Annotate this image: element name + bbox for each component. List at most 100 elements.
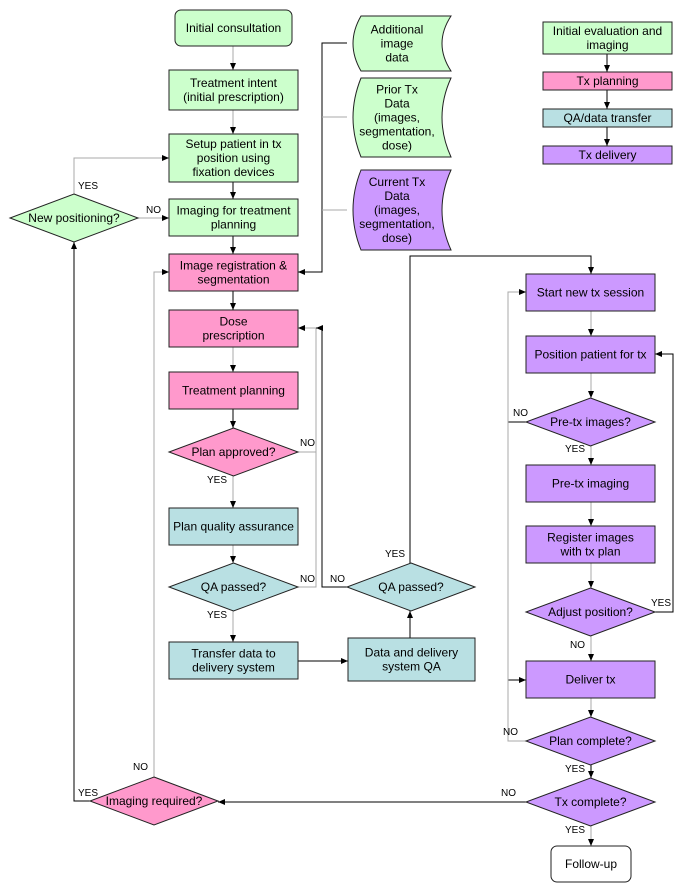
node-text-line: position using	[197, 151, 270, 165]
node-text-line: Position patient for tx	[534, 348, 646, 362]
node-text-line: QA passed?	[378, 580, 444, 594]
edge-label-no: NO	[513, 408, 528, 419]
prior-tx-data-data: Prior TxData(images,segmentation,dose)	[352, 77, 452, 158]
current-tx-data-data: Current TxData(images,segmentation,dose)	[352, 169, 452, 251]
node-text-line: Image registration &	[180, 259, 287, 273]
new-positioning-decision: New positioning?	[8, 193, 140, 243]
node-text-line: Register images	[547, 531, 634, 545]
edge-plan-approved-to-dose-prescription	[298, 325, 317, 453]
dose-prescription-process: Doseprescription	[168, 309, 299, 348]
edge-label-no: NO	[300, 574, 315, 585]
node-text-line: segmentation,	[359, 125, 434, 139]
legend-item-delivery: Tx delivery	[542, 145, 673, 165]
edge-label-no: NO	[300, 438, 315, 449]
node-text-line: Prior Tx	[376, 83, 418, 97]
node-text-line: Tx complete?	[554, 795, 626, 809]
node-text-line: with tx plan	[559, 545, 620, 559]
node-text-line: Plan approved?	[191, 445, 275, 459]
node-text-line: Plan quality assurance	[173, 520, 294, 534]
edge-label-no: NO	[146, 205, 161, 216]
adjust-position-decision: Adjust position?	[524, 587, 657, 637]
edge-label-yes: YES	[207, 610, 227, 621]
legend-item-planning: Tx planning	[542, 71, 673, 91]
deliver-tx-process: Deliver tx	[525, 660, 656, 699]
treatment-intent-process: Treatment intent(initial prescription)	[168, 69, 299, 111]
node-text-line: Dose	[219, 315, 247, 329]
delivery-system-qa-process: Data and deliverysystem QA	[347, 637, 476, 682]
node-text-line: Imaging for treatment	[176, 204, 291, 218]
legend-label: Tx delivery	[578, 148, 636, 162]
pre-tx-imaging-process: Pre-tx imaging	[525, 464, 656, 503]
additional-image-data-data: Additionalimagedata	[352, 15, 452, 72]
plan-approved-decision: Plan approved?	[167, 427, 300, 477]
edge-imaging-required-to-new-positioning	[71, 242, 90, 802]
plan-complete-decision: Plan complete?	[524, 716, 657, 766]
edge-label-yes: YES	[385, 549, 405, 560]
edge-label-no: NO	[503, 727, 518, 738]
node-text-line: Current Tx	[369, 175, 425, 189]
node-text-line: Follow-up	[565, 857, 617, 871]
edge-label-yes: YES	[565, 825, 585, 836]
tx-complete-decision: Tx complete?	[524, 777, 657, 827]
node-text-line: segmentation,	[359, 217, 434, 231]
edge-label-no: NO	[330, 574, 345, 585]
node-text-line: Data	[384, 189, 410, 203]
node-text-line: system QA	[382, 660, 441, 674]
node-text-line: dose)	[382, 231, 412, 245]
node-text-line: dose)	[382, 139, 412, 153]
start-session-process: Start new tx session	[525, 273, 656, 312]
legend-label: Tx planning	[576, 74, 638, 88]
node-text-line: Plan complete?	[549, 734, 632, 748]
imaging-for-planning-process: Imaging for treatmentplanning	[168, 198, 299, 237]
node-text-line: Imaging required?	[106, 794, 203, 808]
node-text-line: Additional	[371, 23, 424, 37]
edge-label-yes: YES	[565, 764, 585, 775]
node-text-line: New positioning?	[28, 211, 120, 225]
edge-imaging-required-to-image-registration	[153, 269, 169, 777]
node-text-line: (images,	[374, 203, 420, 217]
edge-data-stores-to-image-registration	[298, 42, 347, 275]
node-text-line: data	[385, 51, 409, 65]
edge-label-yes: YES	[565, 444, 585, 455]
register-images-process: Register imageswith tx plan	[525, 525, 656, 564]
initial-consultation-terminal: Initial consultation	[174, 9, 293, 47]
node-text-line: Adjust position?	[548, 605, 633, 619]
node-text-line: Data	[384, 97, 410, 111]
node-text-line: Pre-tx images?	[550, 415, 631, 429]
qa-passed-1-decision: QA passed?	[167, 562, 300, 612]
node-text-line: Initial consultation	[186, 21, 281, 35]
edge-label-no: NO	[133, 762, 148, 773]
edge-label-yes: YES	[78, 788, 98, 799]
edge-label-no: NO	[570, 640, 585, 651]
legend-item-evaluation: Initial evaluation andimaging	[542, 21, 673, 55]
edge-label-yes: YES	[78, 181, 98, 192]
node-text-line: (images,	[374, 111, 420, 125]
image-registration-process: Image registration &segmentation	[168, 253, 299, 292]
pre-tx-images-decision: Pre-tx images?	[524, 397, 657, 447]
edge-pre-tx-images-to-deliver-tx	[507, 421, 526, 683]
node-text-line: fixation devices	[192, 165, 274, 179]
treatment-workflow-flowchart: Initial consultation Treatment intent(ini…	[8, 9, 674, 883]
edge-adjust-position-to-position-patient	[655, 351, 674, 613]
edge-plan-complete-to-start-session	[507, 289, 526, 742]
node-text-line: prescription	[202, 329, 264, 343]
qa-passed-2-decision: QA passed?	[345, 562, 477, 612]
follow-up-terminal: Follow-up	[550, 845, 632, 883]
node-text-line: Treatment intent	[190, 76, 278, 90]
node-text-line: planning	[211, 218, 256, 232]
edge-label-yes: YES	[207, 475, 227, 486]
legend-item-qa_transfer: QA/data transfer	[542, 108, 673, 128]
legend-label: QA/data transfer	[563, 111, 651, 125]
node-text-line: Data and delivery	[365, 646, 458, 660]
node-text-line: Treatment planning	[182, 384, 285, 398]
imaging-required-decision: Imaging required?	[88, 776, 220, 826]
node-text-line: (initial prescription)	[183, 90, 284, 104]
node-text-line: Start new tx session	[537, 286, 644, 300]
node-text-line: Setup patient in tx	[185, 137, 281, 151]
edge-label-no: NO	[501, 788, 516, 799]
node-text-line: Pre-tx imaging	[552, 477, 629, 491]
setup-patient-process: Setup patient in txposition usingfixatio…	[168, 133, 299, 183]
node-text-line: delivery system	[192, 661, 275, 675]
treatment-planning-process: Treatment planning	[168, 371, 299, 410]
node-text-line: QA passed?	[201, 580, 267, 594]
